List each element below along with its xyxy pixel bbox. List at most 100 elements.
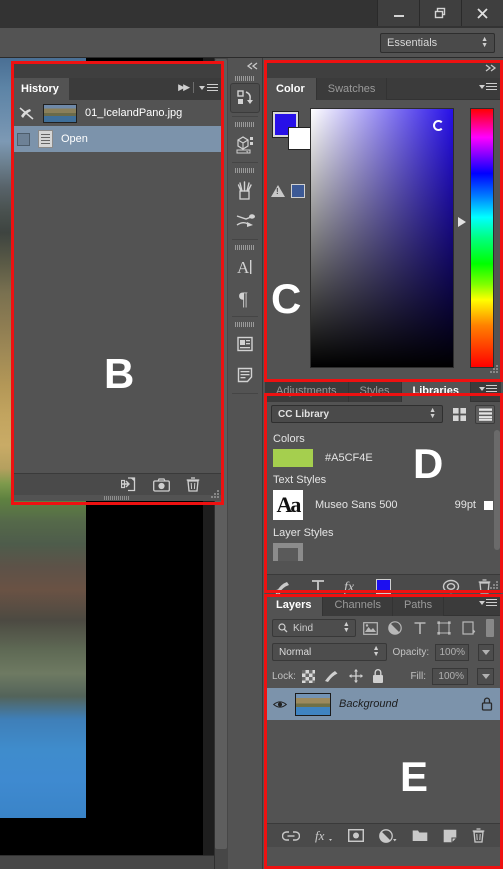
panel-drag-grip[interactable] [11, 495, 222, 501]
search-icon [278, 623, 288, 633]
add-fill-color-button[interactable] [376, 579, 391, 594]
sync-cc-button[interactable] [442, 579, 460, 594]
layers-panel-menu-button[interactable] [479, 599, 497, 606]
lock-position-icon[interactable] [348, 669, 363, 683]
libraries-panel-menu-button[interactable] [479, 385, 497, 392]
fill-input[interactable]: 100% [432, 667, 468, 685]
new-adjustment-layer-button[interactable] [378, 828, 397, 843]
color-panel-menu-button[interactable] [479, 83, 497, 90]
delete-state-button[interactable] [186, 477, 200, 492]
paragraph-styles-icon-button[interactable] [230, 360, 260, 390]
tab-color[interactable]: Color [265, 78, 317, 100]
layer-row-background[interactable]: Background [265, 688, 501, 720]
workspace-selector[interactable]: Essentials ▲ ▼ [380, 33, 495, 53]
library-select[interactable]: CC Library ▲ ▼ [271, 405, 443, 423]
dock-grip[interactable] [228, 243, 262, 252]
libraries-scrollbar[interactable] [494, 430, 500, 550]
create-document-from-state-button[interactable] [121, 477, 137, 492]
3d-icon-button[interactable] [230, 129, 260, 159]
list-view-button[interactable] [475, 404, 495, 424]
history-brush-checkbox[interactable] [17, 132, 30, 146]
library-layer-style-item[interactable] [273, 543, 493, 561]
resize-grip[interactable] [489, 580, 499, 590]
library-items-list[interactable]: Colors #A5CF4E Text Styles Aa Museo Sans… [265, 426, 501, 574]
saturation-value-field[interactable] [310, 108, 454, 368]
history-brush-source-icon[interactable] [17, 104, 35, 122]
link-layers-button[interactable] [281, 830, 300, 842]
lock-image-pixels-icon[interactable] [324, 669, 340, 683]
resize-grip[interactable] [210, 489, 220, 499]
library-color-item[interactable]: #A5CF4E [273, 449, 493, 467]
expand-panels-button[interactable] [228, 58, 262, 74]
resize-grip[interactable] [489, 364, 499, 374]
history-snapshot-row[interactable]: 01_IcelandPano.jpg [11, 100, 222, 126]
foreground-background-swatches[interactable] [272, 111, 311, 150]
tab-channels[interactable]: Channels [323, 594, 393, 616]
add-character-style-button[interactable] [311, 579, 325, 594]
filter-adjustment-layers-icon[interactable] [386, 619, 404, 637]
hue-slider-marker[interactable] [458, 217, 466, 227]
tab-swatches[interactable]: Swatches [316, 78, 388, 100]
dock-grip[interactable] [228, 74, 262, 83]
history-panel-topbar [11, 62, 222, 78]
fill-dropdown-button[interactable] [477, 667, 494, 685]
dock-grip[interactable] [228, 120, 262, 129]
filter-type-layers-icon[interactable] [411, 619, 429, 637]
color-picker-marker[interactable] [433, 120, 444, 131]
background-color-swatch[interactable] [288, 127, 311, 150]
new-layer-button[interactable] [443, 829, 457, 843]
hue-slider[interactable] [470, 108, 494, 368]
filter-shape-layers-icon[interactable] [435, 619, 453, 637]
minimize-button[interactable] [377, 0, 419, 26]
expand-icon[interactable]: ▶▶ [178, 82, 190, 93]
history-state-row[interactable]: Open [11, 126, 222, 152]
close-button[interactable] [461, 0, 503, 26]
chevron-updown-icon: ▲ ▼ [481, 36, 488, 49]
add-graphic-button[interactable] [275, 579, 293, 595]
filter-kind-select[interactable]: Kind ▲ ▼ [272, 619, 356, 637]
filter-pixel-layers-icon[interactable] [362, 619, 380, 637]
new-group-button[interactable] [412, 829, 428, 842]
canvas-horizontal-scrollbar[interactable] [0, 855, 214, 869]
filter-enable-toggle[interactable] [485, 619, 494, 637]
web-safe-color-swatch[interactable] [291, 184, 305, 198]
brush-presets-icon-button[interactable] [230, 175, 260, 205]
delete-layer-button[interactable] [472, 828, 485, 843]
paragraph-icon-button[interactable]: ¶ [230, 283, 260, 313]
layer-lock-icon[interactable] [481, 697, 493, 711]
section-heading-colors: Colors [273, 433, 305, 445]
collapse-panels-icon[interactable] [484, 64, 497, 72]
opacity-input[interactable]: 100% [435, 643, 470, 661]
dock-grip[interactable] [228, 166, 262, 175]
layer-list[interactable]: Background E [265, 688, 501, 823]
out-of-gamut-warning-icon[interactable] [271, 185, 285, 197]
filter-smart-object-icon[interactable] [459, 619, 477, 637]
add-layer-style-button[interactable]: fx [315, 829, 333, 843]
dock-grip[interactable] [228, 320, 262, 329]
tab-history[interactable]: History [11, 78, 69, 100]
svg-text:fx: fx [315, 829, 325, 843]
blend-mode-select[interactable]: Normal ▲ ▼ [272, 643, 387, 661]
tab-layers[interactable]: Layers [265, 594, 324, 616]
opacity-dropdown-button[interactable] [478, 643, 494, 661]
add-layer-style-button[interactable]: fx [343, 579, 358, 594]
history-panel-menu-button[interactable] [199, 84, 218, 91]
add-layer-mask-button[interactable] [347, 829, 364, 842]
eye-icon[interactable] [273, 699, 287, 710]
tab-libraries[interactable]: Libraries [401, 380, 471, 402]
library-text-style-item[interactable]: Aa Museo Sans 500 99pt [273, 490, 493, 520]
dock-divider [232, 162, 258, 163]
tab-paths[interactable]: Paths [392, 594, 445, 616]
brush-settings-icon-button[interactable] [230, 206, 260, 236]
restore-button[interactable] [419, 0, 461, 26]
history-icon-button[interactable] [230, 83, 260, 113]
grid-view-button[interactable] [449, 405, 469, 424]
lock-all-icon[interactable] [372, 668, 384, 684]
tab-styles[interactable]: Styles [348, 380, 402, 402]
lock-transparent-pixels-icon[interactable] [301, 669, 315, 683]
character-styles-icon-button[interactable] [230, 329, 260, 359]
create-new-snapshot-button[interactable] [153, 477, 170, 492]
tab-adjustments[interactable]: Adjustments [265, 380, 349, 402]
history-state-list[interactable]: 01_IcelandPano.jpg Open B [11, 100, 222, 473]
character-icon-button[interactable]: A [230, 252, 260, 282]
